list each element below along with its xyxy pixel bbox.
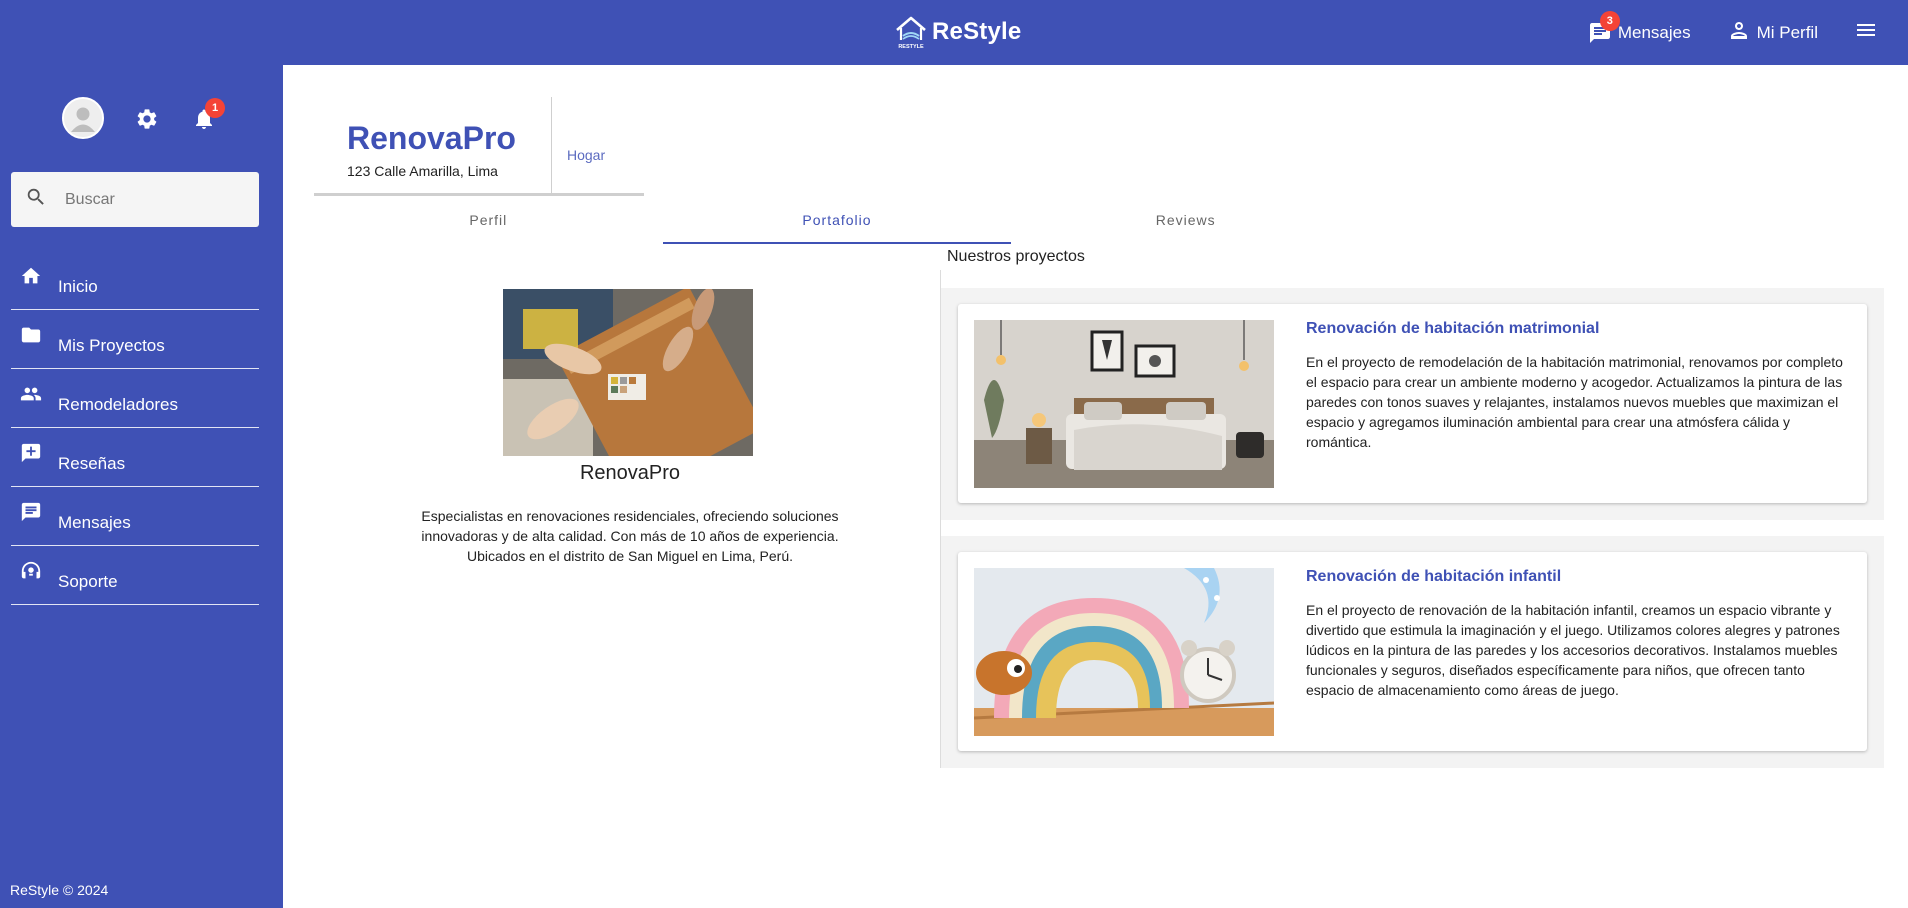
hamburger-menu-icon[interactable] (1854, 18, 1878, 47)
search-input[interactable] (65, 190, 235, 209)
notifications-badge: 1 (205, 98, 225, 118)
tab-perfil[interactable]: Perfil (314, 200, 663, 244)
sidebar-item-remodeladores[interactable]: Remodeladores (11, 369, 259, 428)
project-title: Renovación de habitación infantil (1306, 568, 1562, 585)
review-icon (20, 442, 42, 469)
messages-button[interactable]: 3 Mensajes (1588, 10, 1691, 45)
chat-icon (20, 501, 42, 528)
house-logo-icon: RESTYLE (894, 14, 928, 50)
brand[interactable]: RESTYLE ReStyle (894, 14, 1021, 50)
divider (314, 193, 644, 196)
profile-tabs: Perfil Portafolio Reviews (314, 200, 1360, 244)
sidebar-item-label: Inicio (58, 277, 98, 296)
sidebar-item-mensajes[interactable]: Mensajes (11, 487, 259, 546)
brand-name: ReStyle (932, 18, 1022, 45)
project-card[interactable]: Renovación de habitación matrimonial En … (958, 304, 1867, 503)
company-category-link[interactable]: Hogar (567, 147, 605, 163)
company-photo (503, 286, 764, 499)
project-image (974, 320, 1274, 488)
sidebar-user-controls: 1 (0, 97, 283, 141)
company-title: RenovaPro (579, 462, 681, 484)
projects-heading: Nuestros proyectos (947, 248, 1085, 265)
search-box (11, 172, 259, 227)
project-description: En el proyecto de remodelación de la hab… (1306, 354, 1843, 450)
sidebar-item-mis-proyectos[interactable]: Mis Proyectos (11, 310, 259, 369)
sidebar-item-label: Reseñas (58, 454, 126, 473)
project-image (973, 568, 1275, 736)
people-icon (20, 383, 42, 410)
company-header: RenovaPro 123 Calle Amarilla, Lima (314, 97, 552, 195)
avatar[interactable] (62, 97, 104, 139)
company-profile-card: RenovaPro Especialistas en renovaciones … (410, 286, 850, 566)
tab-portafolio[interactable]: Portafolio (662, 200, 1012, 244)
sidebar-item-label: Soporte (58, 572, 118, 591)
person-icon (1727, 18, 1751, 47)
sidebar: 1 Inicio Mis Proyectos Remodeladores Res… (0, 65, 283, 908)
top-actions: 3 Mensajes Mi Perfil (1588, 0, 1908, 65)
project-row: Renovación de habitación matrimonial En … (941, 288, 1884, 520)
messages-label: Mensajes (1617, 22, 1691, 42)
footer-copyright: ReStyle © 2024 (10, 882, 109, 898)
sidebar-item-inicio[interactable]: Inicio (11, 251, 259, 310)
company-name: RenovaPro (347, 120, 516, 156)
company-address: 123 Calle Amarilla, Lima (347, 163, 498, 179)
gear-icon[interactable] (135, 107, 159, 136)
sidebar-item-label: Remodeladores (58, 395, 179, 414)
project-title: Renovación de habitación matrimonial (1306, 320, 1600, 337)
home-icon (20, 265, 42, 292)
support-icon (20, 560, 42, 587)
sidebar-item-resenas[interactable]: Reseñas (11, 428, 259, 487)
search-icon (25, 186, 47, 213)
company-description: Especialistas en renovaciones residencia… (421, 508, 839, 564)
top-app-bar: RESTYLE ReStyle 3 Mensajes Mi Perfil (0, 0, 1908, 65)
messages-badge: 3 (1599, 10, 1620, 31)
profile-button[interactable]: Mi Perfil (1727, 18, 1818, 47)
sidebar-item-label: Mensajes (58, 513, 131, 532)
svg-text:RESTYLE: RESTYLE (898, 44, 924, 50)
project-description: En el proyecto de renovación de la habit… (1306, 602, 1840, 698)
tab-reviews[interactable]: Reviews (1011, 200, 1360, 244)
profile-label: Mi Perfil (1756, 22, 1818, 42)
project-row: Renovación de habitación infantil En el … (941, 536, 1884, 768)
notifications-bell-icon[interactable]: 1 (192, 98, 225, 136)
sidebar-item-label: Mis Proyectos (58, 336, 165, 355)
chat-icon: 3 (1588, 10, 1620, 45)
sidebar-item-soporte[interactable]: Soporte (11, 546, 259, 605)
sidebar-nav: Inicio Mis Proyectos Remodeladores Reseñ… (11, 251, 259, 605)
projects-panel: Renovación de habitación matrimonial En … (940, 270, 1884, 768)
project-card[interactable]: Renovación de habitación infantil En el … (958, 552, 1867, 751)
folder-icon (20, 324, 42, 351)
